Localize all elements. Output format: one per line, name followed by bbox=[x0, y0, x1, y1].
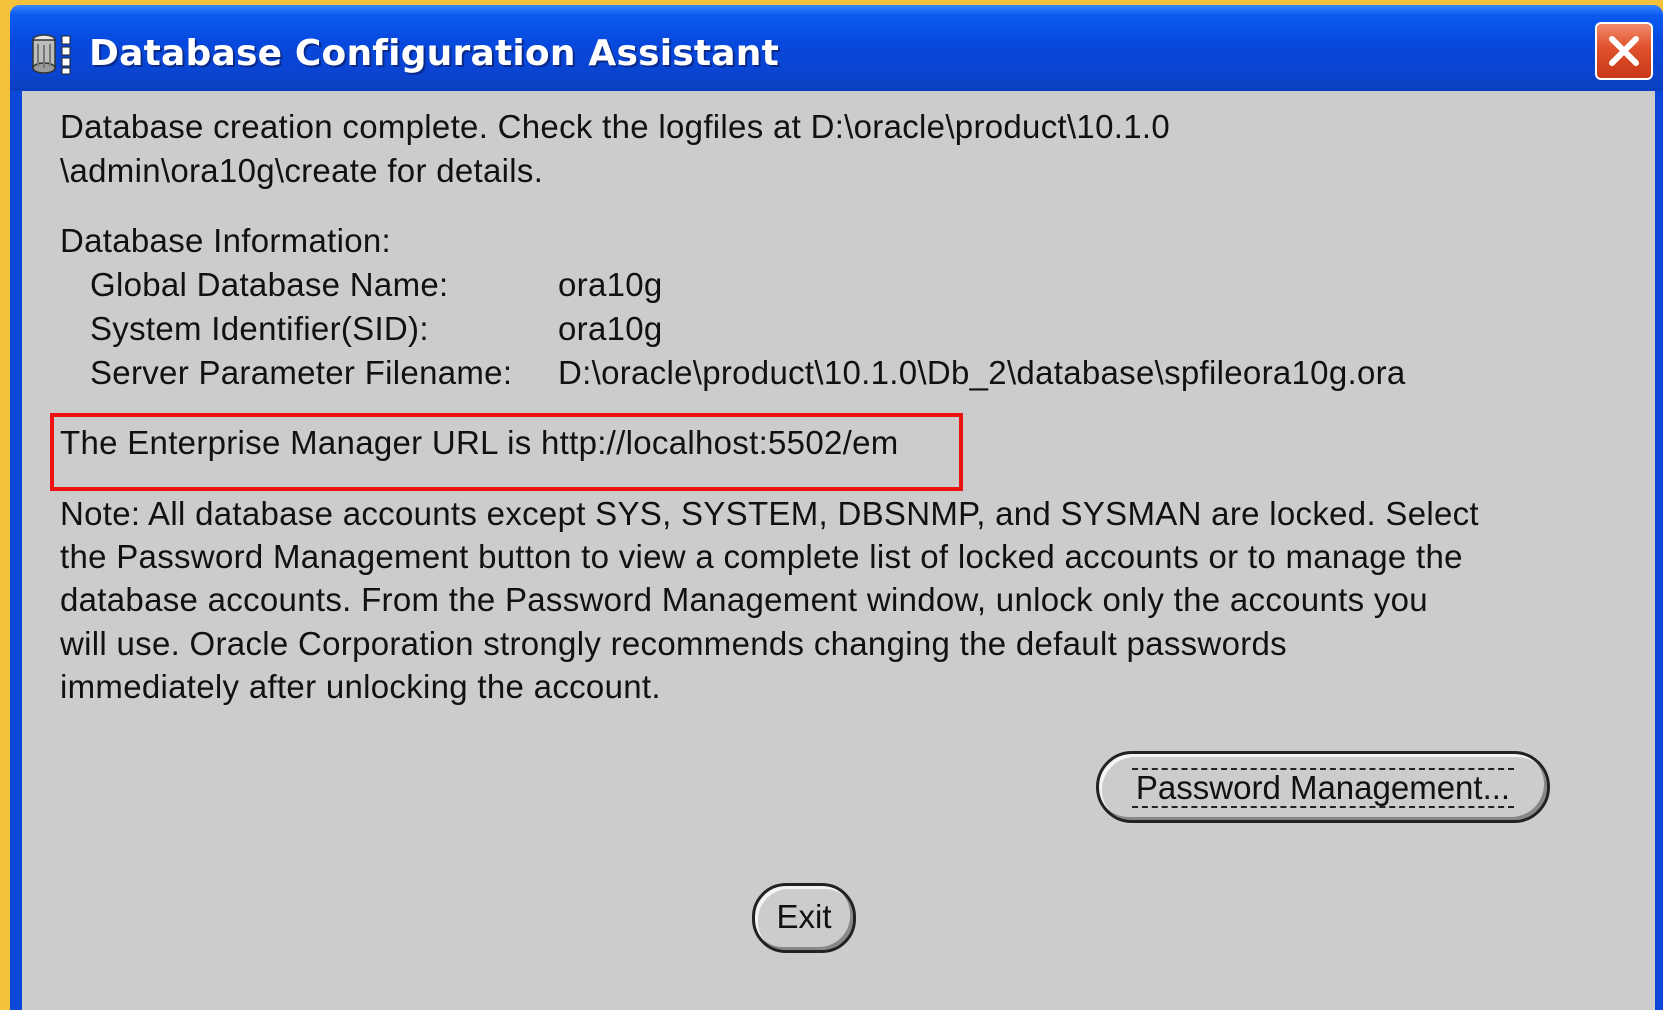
note-line-3: database accounts. From the Password Man… bbox=[60, 581, 1428, 618]
em-url-text: The Enterprise Manager URL is http://loc… bbox=[60, 424, 899, 461]
note-line-2: the Password Management button to view a… bbox=[60, 538, 1463, 575]
dialog-content: Database creation complete. Check the lo… bbox=[22, 91, 1655, 1010]
password-management-button[interactable]: Password Management... bbox=[1096, 751, 1550, 823]
dialog-window: Database Configuration Assistant Databas… bbox=[10, 5, 1663, 1010]
close-icon bbox=[1609, 36, 1639, 66]
global-db-name-label: Global Database Name: bbox=[90, 266, 449, 303]
completion-message-line-2: \admin\ora10g\create for details. bbox=[60, 152, 544, 189]
sid-label: System Identifier(SID): bbox=[90, 310, 429, 347]
sid-value: ora10g bbox=[558, 310, 663, 347]
database-icon bbox=[30, 32, 80, 76]
note-line-4: will use. Oracle Corporation strongly re… bbox=[60, 625, 1287, 662]
window-title: Database Configuration Assistant bbox=[89, 33, 780, 74]
spfile-value: D:\oracle\product\10.1.0\Db_2\database\s… bbox=[558, 354, 1406, 391]
close-button[interactable] bbox=[1595, 22, 1653, 80]
db-info-heading: Database Information: bbox=[60, 222, 391, 259]
spfile-label: Server Parameter Filename: bbox=[90, 354, 513, 391]
note-line-5: immediately after unlocking the account. bbox=[60, 668, 661, 705]
global-db-name-value: ora10g bbox=[558, 266, 663, 303]
note-line-1: Note: All database accounts except SYS, … bbox=[60, 495, 1479, 532]
title-bar[interactable]: Database Configuration Assistant bbox=[10, 5, 1663, 91]
completion-message-line-1: Database creation complete. Check the lo… bbox=[60, 108, 1170, 145]
password-management-label: Password Management... bbox=[1131, 768, 1515, 808]
exit-button[interactable]: Exit bbox=[752, 883, 856, 953]
